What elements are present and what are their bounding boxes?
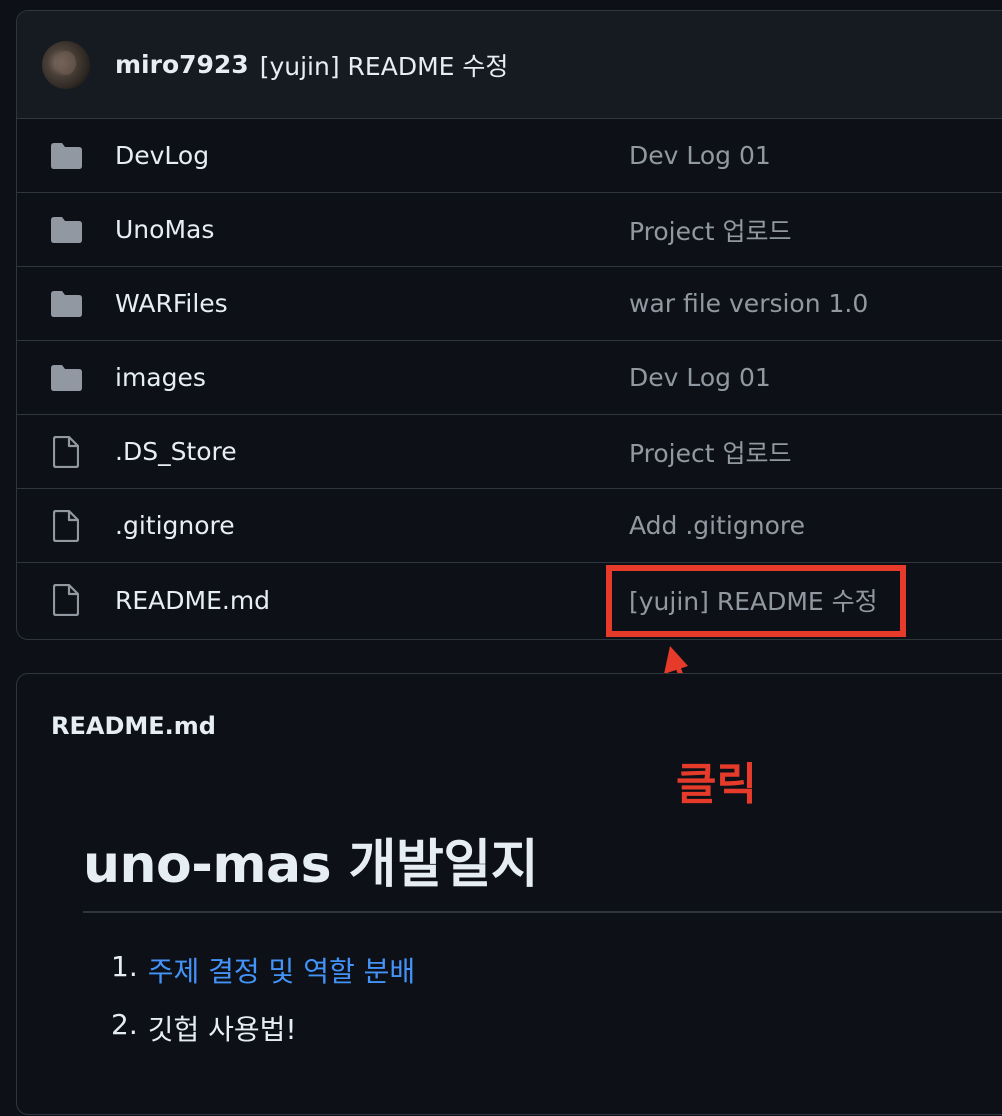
readme-panel: README.md uno-mas 개발일지 1. 주제 결정 및 역할 분배 … bbox=[16, 673, 1002, 1115]
heading-divider bbox=[83, 911, 1002, 913]
list-text: 깃헙 사용법! bbox=[147, 1013, 297, 1046]
folder-icon bbox=[49, 141, 83, 171]
list-link[interactable]: 주제 결정 및 역할 분배 bbox=[148, 950, 415, 990]
file-commit-message[interactable]: Dev Log 01 bbox=[629, 141, 771, 170]
file-name[interactable]: images bbox=[115, 363, 206, 392]
list-item: 1. 주제 결정 및 역할 분배 bbox=[111, 950, 415, 1008]
file-name[interactable]: .DS_Store bbox=[115, 437, 237, 466]
file-row[interactable]: UnoMas Project 업로드 bbox=[17, 193, 1002, 267]
file-row[interactable]: images Dev Log 01 bbox=[17, 341, 1002, 415]
file-icon bbox=[49, 435, 83, 468]
file-name[interactable]: README.md bbox=[115, 586, 270, 615]
list-number: 1. bbox=[111, 950, 138, 983]
file-commit-message[interactable]: Project 업로드 bbox=[629, 434, 791, 470]
file-name[interactable]: UnoMas bbox=[115, 215, 214, 244]
folder-icon bbox=[49, 363, 83, 393]
file-commit-message[interactable]: war file version 1.0 bbox=[629, 289, 868, 318]
latest-commit-header: miro7923 [yujin] README 수정 bbox=[17, 11, 1002, 119]
commit-message[interactable]: [yujin] README 수정 bbox=[260, 47, 509, 83]
commit-author[interactable]: miro7923 bbox=[115, 50, 249, 79]
file-commit-message[interactable]: Add .gitignore bbox=[629, 511, 805, 540]
list-number: 2. bbox=[111, 1008, 138, 1041]
file-browser: miro7923 [yujin] README 수정 DevLog Dev Lo… bbox=[16, 10, 1002, 640]
file-icon bbox=[49, 584, 83, 616]
file-icon bbox=[49, 509, 83, 542]
list-item: 2. 깃헙 사용법! bbox=[111, 1008, 415, 1066]
file-row[interactable]: WARFiles war file version 1.0 bbox=[17, 267, 1002, 341]
annotation-label: 클릭 bbox=[676, 759, 757, 810]
file-name[interactable]: .gitignore bbox=[115, 511, 235, 540]
file-name[interactable]: WARFiles bbox=[115, 289, 228, 318]
file-name[interactable]: DevLog bbox=[115, 141, 209, 170]
highlight-box bbox=[606, 565, 906, 637]
file-row[interactable]: .gitignore Add .gitignore bbox=[17, 489, 1002, 563]
readme-list: 1. 주제 결정 및 역할 분배 2. 깃헙 사용법! bbox=[111, 950, 415, 1066]
file-commit-message[interactable]: Project 업로드 bbox=[629, 212, 791, 248]
readme-filename[interactable]: README.md bbox=[51, 712, 216, 740]
file-row[interactable]: DevLog Dev Log 01 bbox=[17, 119, 1002, 193]
avatar[interactable] bbox=[42, 40, 90, 89]
file-row[interactable]: .DS_Store Project 업로드 bbox=[17, 415, 1002, 489]
folder-icon bbox=[49, 289, 83, 319]
readme-heading: uno-mas 개발일지 bbox=[83, 835, 539, 895]
file-commit-message[interactable]: Dev Log 01 bbox=[629, 363, 771, 392]
folder-icon bbox=[49, 215, 83, 245]
